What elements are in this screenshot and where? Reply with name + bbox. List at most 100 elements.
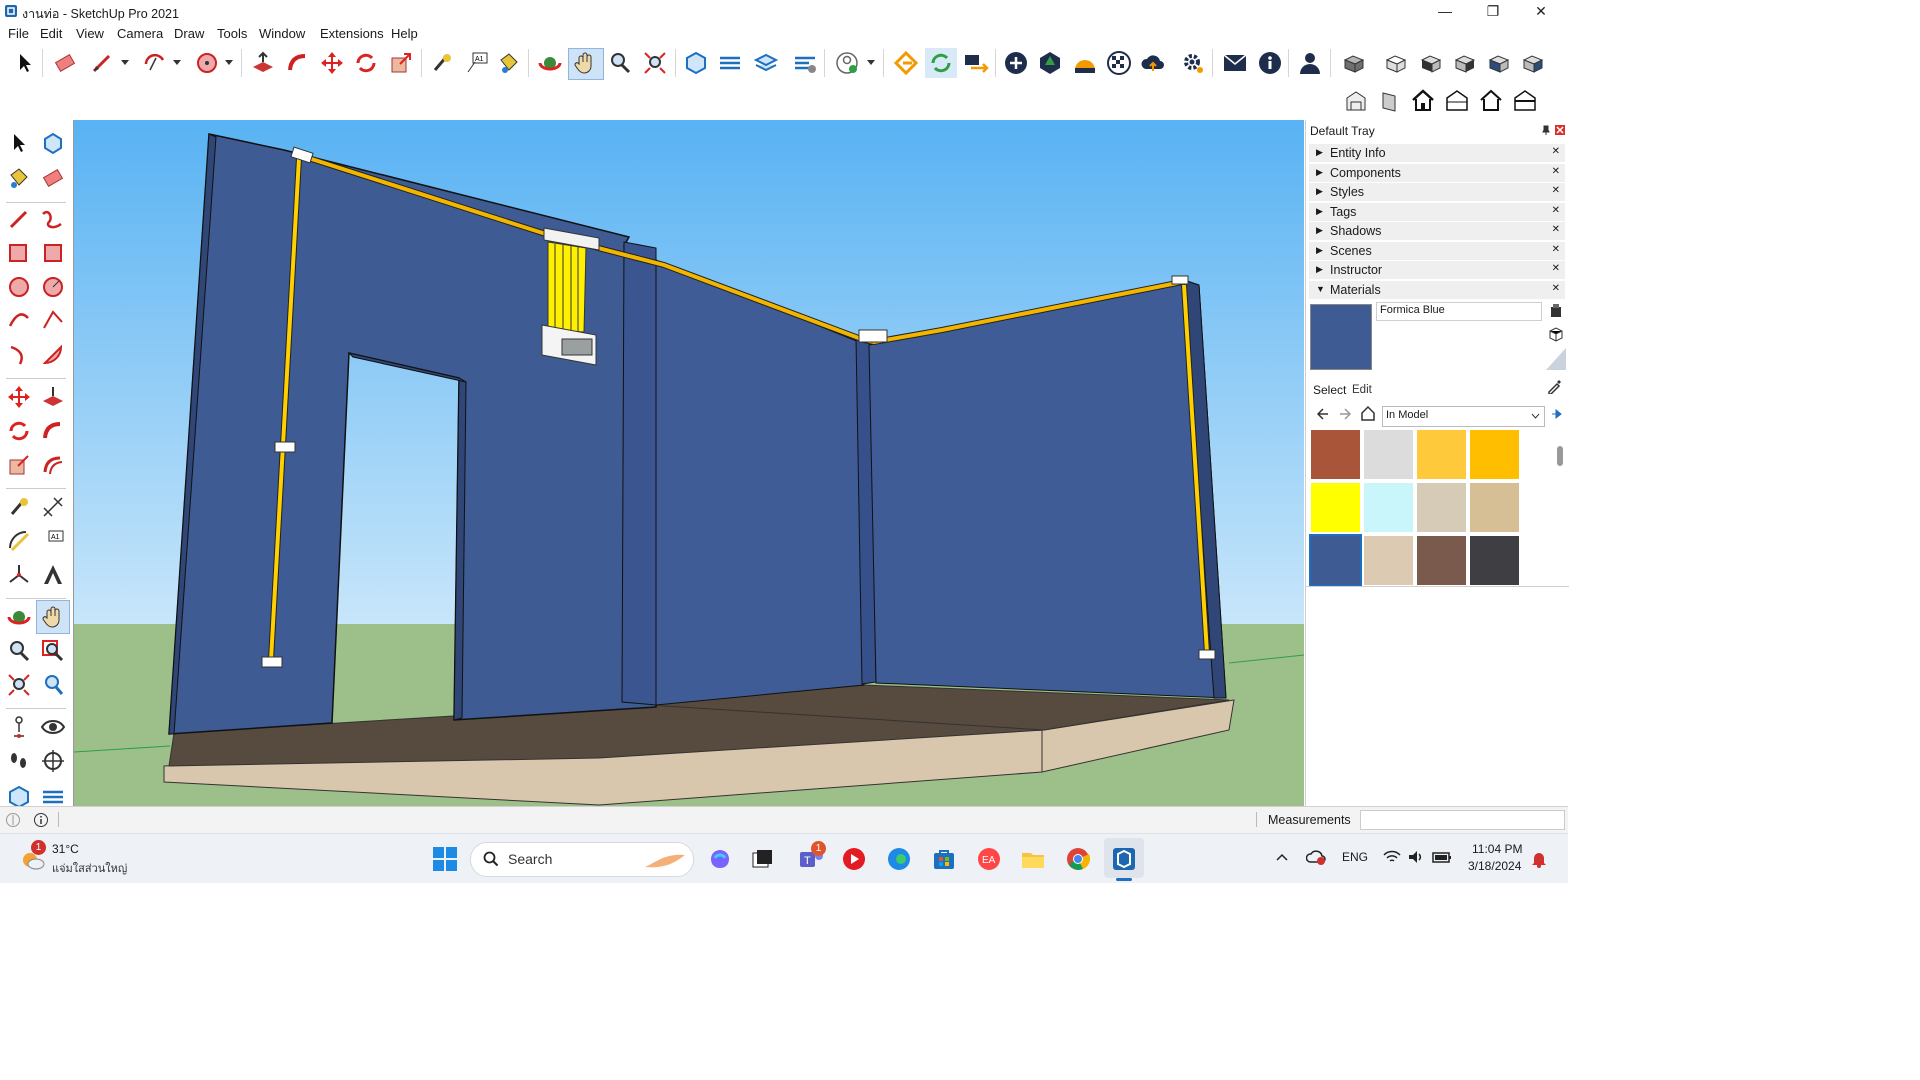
wifi-icon[interactable] [1383,849,1401,865]
layout-icon[interactable] [753,50,779,76]
extension-warehouse-icon[interactable] [717,50,743,76]
pan-tool-icon[interactable] [572,50,598,76]
text-tool-icon[interactable]: A1 [464,50,490,76]
sync-views-icon[interactable] [963,50,989,76]
asset-library-icon[interactable] [1037,50,1063,76]
panel-shadows[interactable]: ▶ Shadows ✕ [1309,222,1565,241]
walk-footprints-icon[interactable] [6,748,32,774]
pie-tool-icon[interactable] [40,342,66,368]
material-swatch-dark-granite[interactable] [1470,536,1519,585]
enscape-logo-icon[interactable] [893,50,919,76]
material-swatch-light-cyan[interactable] [1364,483,1413,532]
menu-edit[interactable]: Edit [40,26,62,41]
tab-select[interactable]: Select [1313,383,1346,397]
material-checker-icon[interactable] [1106,50,1132,76]
warehouse-icon[interactable] [683,50,709,76]
info-icon[interactable] [1257,50,1283,76]
select-tool-icon[interactable] [12,50,38,76]
panel-entity-info[interactable]: ▶ Entity Info ✕ [1309,144,1565,163]
material-swatch-amber[interactable] [1470,430,1519,479]
close-button[interactable]: ✕ [1518,0,1564,23]
panel-components[interactable]: ▶ Components ✕ [1309,164,1565,183]
info-icon[interactable] [33,812,49,828]
expand-triangle-icon[interactable]: ▶ [1316,147,1323,158]
text-tool-icon[interactable]: A1 [40,528,66,554]
close-panel-icon[interactable]: ✕ [1552,185,1560,196]
zoom-tool-icon[interactable] [6,638,32,664]
battery-icon[interactable] [1432,849,1452,865]
dimension-tool-icon[interactable] [40,494,66,520]
tape-measure-icon[interactable] [6,494,32,520]
two-point-arc-icon[interactable] [40,308,66,334]
edge-browser-icon[interactable] [886,846,912,872]
add-circle-icon[interactable] [1003,50,1029,76]
language-indicator[interactable]: ENG [1342,850,1368,864]
menu-file[interactable]: File [8,26,29,41]
chevron-down-icon[interactable] [1531,413,1540,420]
geo-location-icon[interactable] [5,812,21,828]
current-material-preview[interactable] [1310,304,1372,370]
position-camera-icon[interactable] [6,714,32,740]
eraser-tool-icon[interactable] [52,50,78,76]
taskbar-search-box[interactable]: Search [470,842,694,877]
zoom-window-icon[interactable] [40,638,66,664]
zoom-extents-icon[interactable] [642,50,668,76]
ea-app-icon[interactable]: EA [976,846,1002,872]
section-plane-icon[interactable] [40,748,66,774]
arc-tool-icon[interactable] [6,308,32,334]
view-right-icon[interactable] [1452,50,1478,76]
show-hidden-icons-chevron-icon[interactable] [1275,852,1289,862]
scale-tool-icon[interactable] [388,50,414,76]
clock-date[interactable]: 3/18/2024 [1468,859,1521,873]
orbit-tool-icon[interactable] [537,50,563,76]
eraser-tool-icon[interactable] [40,165,66,191]
view-left-icon[interactable] [1520,50,1546,76]
media-player-icon[interactable] [841,846,867,872]
push-pull-tool-icon[interactable] [250,50,276,76]
material-swatch-brick[interactable] [1311,430,1360,479]
3d-scene[interactable] [74,120,1304,806]
expand-triangle-icon[interactable]: ▶ [1316,264,1323,275]
panel-scenes[interactable]: ▶ Scenes ✕ [1309,242,1565,261]
rotate-tool-icon[interactable] [6,418,32,444]
material-swatch-formica-blue[interactable] [1309,534,1362,587]
notification-bell-icon[interactable] [1531,850,1547,868]
eyedropper-icon[interactable] [1547,378,1563,394]
make-component-icon[interactable] [40,130,66,156]
material-swatch-brown-granite[interactable] [1417,536,1466,585]
line-tool-icon[interactable] [89,50,115,76]
close-panel-icon[interactable]: ✕ [1552,244,1560,255]
freehand-tool-icon[interactable] [40,206,66,232]
home-icon[interactable] [1360,405,1376,421]
expand-triangle-icon[interactable]: ▶ [1316,167,1323,178]
back-arrow-icon[interactable] [1316,407,1330,421]
minimize-button[interactable]: — [1422,0,1468,23]
rectangle-tool-icon[interactable] [6,240,32,266]
material-swatch-stone-tile[interactable] [1417,483,1466,532]
chrome-browser-icon[interactable] [1065,846,1091,872]
close-panel-icon[interactable]: ✕ [1552,263,1560,274]
pan-tool-icon[interactable] [40,604,66,630]
material-swatch-light-wood[interactable] [1364,536,1413,585]
expand-triangle-icon[interactable]: ▶ [1316,186,1323,197]
task-view-icon[interactable] [750,846,776,872]
circle-tool-icon[interactable] [194,50,220,76]
menu-tools[interactable]: Tools [217,26,247,41]
back-edges-style-icon[interactable] [1377,88,1403,114]
look-around-eye-icon[interactable] [40,714,66,740]
material-swatch-marble[interactable] [1364,430,1413,479]
three-point-arc-icon[interactable] [6,342,32,368]
expand-triangle-icon[interactable]: ▶ [1316,245,1323,256]
create-material-icon[interactable] [1550,304,1562,318]
measurements-input[interactable] [1360,810,1565,830]
zoom-extents-icon[interactable] [6,672,32,698]
rotated-rectangle-icon[interactable] [40,240,66,266]
sample-paint-corner-icon[interactable] [1546,348,1566,370]
file-explorer-icon[interactable] [1020,846,1046,872]
maximize-button[interactable]: ❐ [1470,0,1516,23]
scale-tool-icon[interactable] [6,452,32,478]
push-pull-tool-icon[interactable] [40,384,66,410]
tape-measure-icon[interactable] [429,50,455,76]
chevron-down-icon[interactable] [224,59,234,67]
view-iso-icon[interactable] [1341,50,1367,76]
